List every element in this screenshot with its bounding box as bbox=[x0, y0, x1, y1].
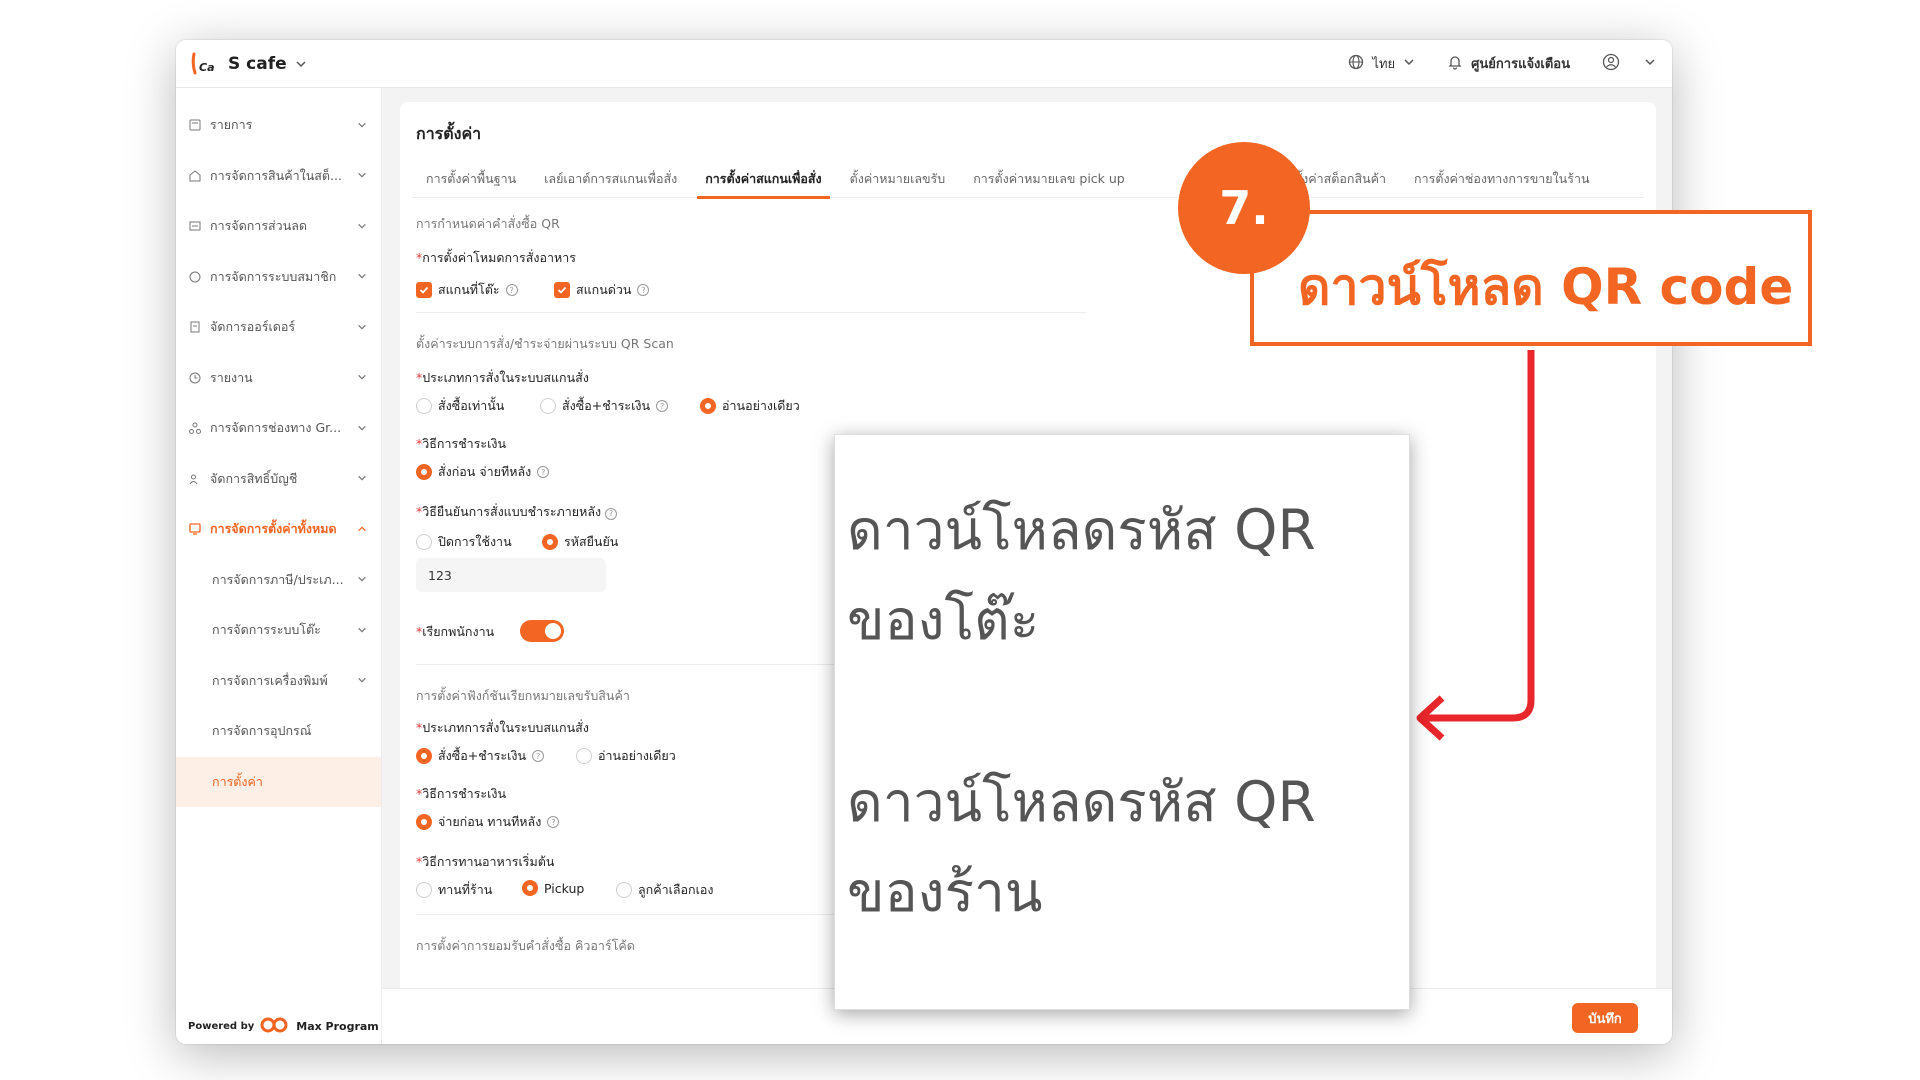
zoom-line-2: ของโต๊ะ bbox=[847, 588, 1040, 652]
step-badge: 7. bbox=[1178, 142, 1310, 274]
zoom-line-3: ดาวน์โหลดรหัส QR bbox=[847, 770, 1316, 834]
zoomed-download-menu: ดาวน์โหลดรหัส QR ของโต๊ะ ดาวน์โหลดรหัส Q… bbox=[834, 434, 1410, 1010]
zoom-line-1: ดาวน์โหลดรหัส QR bbox=[847, 498, 1316, 562]
zoom-line-4: ของร้าน bbox=[847, 860, 1043, 924]
download-store-qr-link[interactable]: ดาวน์โหลดรหัส QR ของร้าน bbox=[847, 757, 1316, 937]
download-table-qr-link[interactable]: ดาวน์โหลดรหัส QR ของโต๊ะ bbox=[847, 485, 1316, 665]
callout-title: ดาวน์โหลด QR code bbox=[1298, 258, 1794, 316]
